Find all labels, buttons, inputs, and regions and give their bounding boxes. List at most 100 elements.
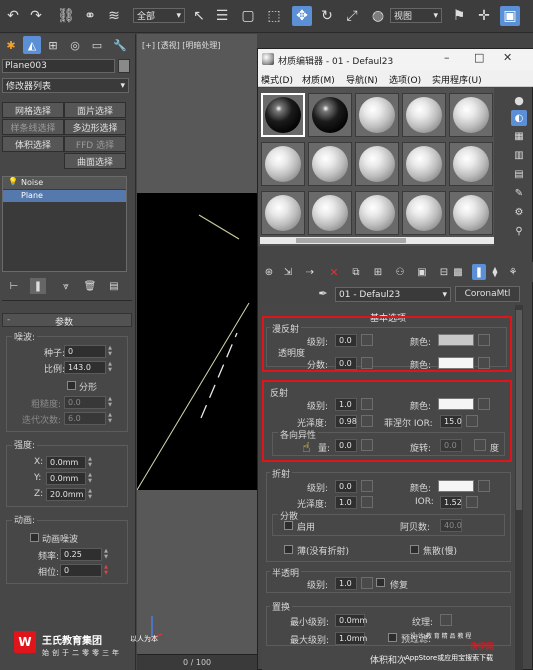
select-object-icon[interactable]: ↖ [189, 6, 209, 26]
reference-coord-dropdown[interactable]: 视图 ▾ [390, 8, 442, 23]
spinner-arrows-icon[interactable]: ▲ ▼ [103, 548, 109, 561]
max-level-spinner[interactable]: 1.0mm [335, 632, 367, 645]
utilities-tab-icon[interactable]: 🔧 [111, 36, 129, 54]
selection-filter-dropdown[interactable]: 全部 ▾ [133, 8, 185, 23]
sample-slot-12[interactable] [308, 191, 352, 235]
thin-checkbox[interactable] [284, 545, 293, 554]
translucency-color-swatch[interactable] [438, 357, 474, 369]
configure-sets-icon[interactable]: ▤ [106, 278, 122, 294]
sample-type-icon[interactable]: ● [511, 92, 527, 108]
params-scrollbar-thumb[interactable] [516, 310, 522, 510]
sample-slot-14[interactable] [402, 191, 446, 235]
redo-icon[interactable]: ↷ [26, 6, 46, 26]
create-tab-icon[interactable]: ✱ [2, 36, 20, 54]
show-map-icon[interactable]: ▣ [414, 264, 430, 280]
pin-stack-icon[interactable]: ⊢ [6, 278, 22, 294]
link-icon[interactable]: ⛓ [56, 6, 76, 26]
make-unique-mat-icon[interactable]: ⧉ [348, 264, 364, 280]
volume-rollout-header[interactable]: 体积和次 [370, 653, 406, 666]
mesh-select-button[interactable]: 网格选择 [2, 102, 64, 118]
roughness-spinner[interactable]: 0.0 [64, 396, 106, 409]
surface-select-button[interactable]: 曲面选择 [64, 153, 126, 169]
prefilter-checkbox[interactable] [388, 633, 397, 642]
dispersion-enable-checkbox[interactable] [284, 521, 293, 530]
show-end-result-icon[interactable]: ❚ [30, 278, 46, 294]
aniso-amount-spinner[interactable]: 0.0 [335, 439, 357, 452]
sample-slot-6[interactable] [261, 142, 305, 186]
pick-from-object-icon[interactable]: ⚘ [506, 264, 520, 280]
abbe-spinner[interactable]: 40.0 [440, 519, 462, 532]
refract-level-map-button[interactable] [361, 480, 373, 492]
spinner-arrows-icon[interactable]: ▲ ▼ [87, 472, 93, 485]
spinner-arrows-icon[interactable]: ▲ ▼ [107, 396, 113, 409]
window-crossing-icon[interactable]: ⬚ [264, 6, 284, 26]
strength-x-spinner[interactable]: 0.0mm [46, 456, 86, 469]
go-forward-sibling-icon[interactable]: ⧫ [488, 264, 502, 280]
reflect-level-map-button[interactable] [361, 398, 373, 410]
spinner-arrows-icon[interactable]: ▲ ▼ [87, 456, 93, 469]
diffuse-level-map-button[interactable] [361, 334, 373, 346]
spinner-arrows-icon[interactable]: ▲ ▼ [107, 412, 113, 425]
translucent-level-map-button[interactable] [361, 577, 373, 589]
translucency-color-map-button[interactable] [478, 357, 490, 369]
spinner-arrows-icon[interactable]: ▲ ▼ [107, 345, 113, 358]
material-name-field[interactable]: 01 - Defaul23 ▾ [335, 287, 451, 302]
reflect-color-swatch[interactable] [438, 398, 474, 410]
vol-select-button[interactable]: 体积选择 [2, 136, 64, 152]
sample-slot-10[interactable] [449, 142, 493, 186]
timeline-bar[interactable]: 0 / 100 [137, 654, 257, 670]
sample-slot-1[interactable] [261, 93, 305, 137]
modifier-list-dropdown[interactable]: 修改器列表 ▾ [2, 78, 129, 93]
make-preview-icon[interactable]: ✎ [511, 185, 527, 201]
diffuse-color-swatch[interactable] [438, 334, 474, 346]
sample-slot-8[interactable] [355, 142, 399, 186]
menu-navigation[interactable]: 导航(N) [346, 73, 378, 86]
fix-checkbox[interactable] [376, 578, 385, 587]
fraction-map-button[interactable] [361, 357, 373, 369]
strength-y-spinner[interactable]: 0.0mm [46, 472, 86, 485]
fresnel-ior-spinner[interactable]: 15.0 [440, 415, 462, 428]
menu-utilities[interactable]: 实用程序(U) [432, 73, 482, 86]
minimize-icon[interactable]: – [444, 51, 450, 64]
put-to-library-icon[interactable]: ⊞ [370, 264, 386, 280]
sample-slot-13[interactable] [355, 191, 399, 235]
rotation-spinner[interactable]: 0.0 [440, 439, 462, 452]
object-name-field[interactable]: Plane003 [2, 59, 115, 73]
select-by-name-icon[interactable]: ☰ [212, 6, 232, 26]
reflect-gloss-spinner[interactable]: 0.98 [335, 415, 357, 428]
sample-slot-15[interactable] [449, 191, 493, 235]
refract-color-map-button[interactable] [478, 480, 490, 492]
aniso-amount-map-button[interactable] [361, 439, 373, 451]
stack-item-noise[interactable]: 💡 Noise [3, 177, 126, 189]
reflect-color-map-button[interactable] [478, 398, 490, 410]
material-type-button[interactable]: CoronaMtl [455, 286, 520, 302]
modify-tab-icon[interactable]: ◭ [23, 36, 41, 54]
sample-slot-3[interactable] [355, 93, 399, 137]
spline-select-button[interactable]: 样条线选择 [2, 119, 64, 135]
display-tab-icon[interactable]: ▭ [88, 36, 106, 54]
spinner-arrows-icon[interactable]: ▲ ▼ [87, 488, 93, 501]
reset-map-icon[interactable]: ✕ [326, 264, 342, 280]
pivot-icon[interactable]: ⚑ [449, 6, 469, 26]
rotate-icon[interactable]: ↻ [317, 6, 337, 26]
maximize-icon[interactable]: □ [474, 51, 484, 64]
params-rollout-header[interactable]: - 参数 [2, 313, 132, 328]
bind-spacewarp-icon[interactable]: ≋ [104, 6, 124, 26]
animate-noise-checkbox[interactable] [30, 533, 39, 542]
scale-spinner[interactable]: 143.0 [64, 361, 106, 374]
rect-selection-icon[interactable]: ▢ [238, 6, 258, 26]
sample-slot-5[interactable] [449, 93, 493, 137]
motion-tab-icon[interactable]: ◎ [66, 36, 84, 54]
make-unique-icon[interactable]: ⩔ [58, 278, 74, 294]
undo-icon[interactable]: ↶ [3, 6, 23, 26]
min-level-spinner[interactable]: 0.0mm [335, 614, 367, 627]
remove-modifier-icon[interactable]: 🗑 [82, 278, 98, 294]
phase-spinner[interactable]: 0 [60, 564, 102, 577]
refract-color-swatch[interactable] [438, 480, 474, 492]
poly-select-button[interactable]: 多边形选择 [64, 119, 126, 135]
scale-icon[interactable]: ⤢ [342, 6, 362, 26]
fresnel-map-button[interactable] [466, 415, 478, 427]
translucent-level-spinner[interactable]: 1.0 [335, 577, 357, 590]
uv-tiling-icon[interactable]: ▥ [511, 147, 527, 163]
viewport-label[interactable]: [+] [透视] [明暗处理] [142, 40, 221, 51]
